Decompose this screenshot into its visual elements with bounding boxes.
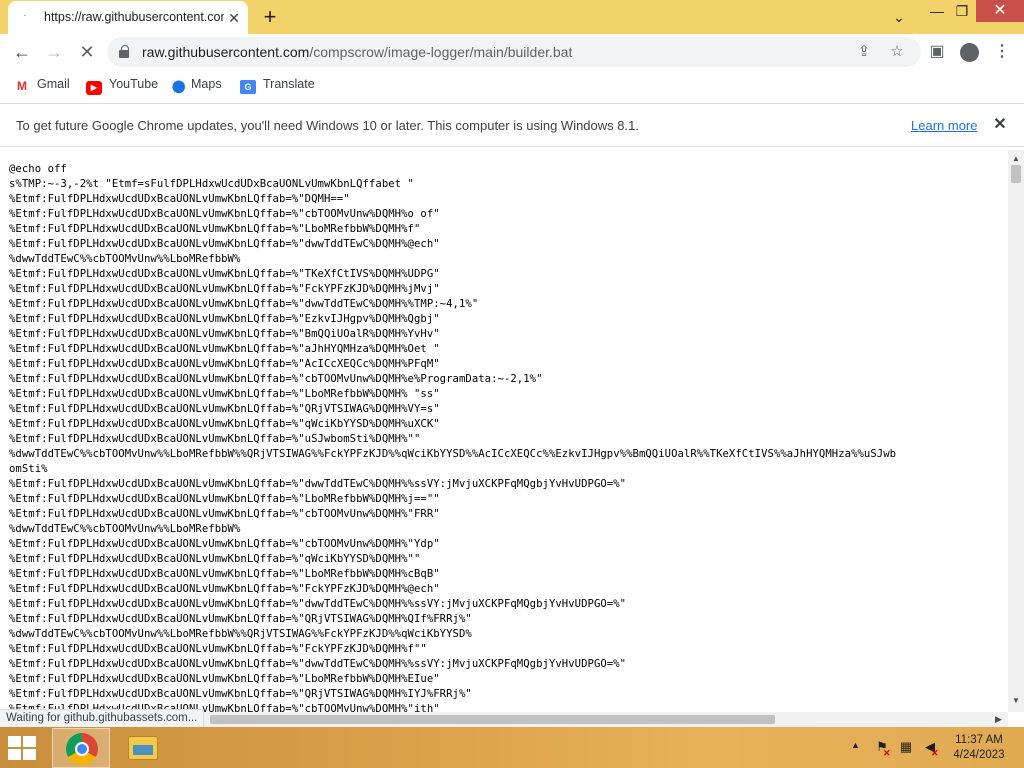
gmail-icon: M	[17, 79, 27, 93]
taskbar-file-explorer[interactable]	[116, 728, 172, 768]
code-line: %Etmf:FulfDPLHdxwUcdUDxBcaUONLvUmwKbnLQf…	[9, 538, 440, 550]
tab-close-icon[interactable]: ✕	[226, 10, 242, 26]
bookmark-translate[interactable]: G Translate	[240, 76, 315, 94]
bookmark-label: Translate	[263, 77, 315, 91]
code-line: %Etmf:FulfDPLHdxwUcdUDxBcaUONLvUmwKbnLQf…	[9, 553, 421, 565]
lock-icon[interactable]	[119, 45, 129, 58]
translate-icon: G	[240, 80, 256, 94]
code-line: %Etmf:FulfDPLHdxwUcdUDxBcaUONLvUmwKbnLQf…	[9, 298, 479, 310]
show-hidden-icons-icon[interactable]: ▲	[851, 740, 860, 750]
restore-button[interactable]: ❐	[945, 0, 979, 24]
scroll-down-icon[interactable]: ▼	[1012, 696, 1020, 705]
bookmark-youtube[interactable]: ▶ YouTube	[86, 76, 159, 95]
network-icon[interactable]: ▦	[897, 739, 915, 755]
code-line: %Etmf:FulfDPLHdxwUcdUDxBcaUONLvUmwKbnLQf…	[9, 478, 627, 490]
code-line: %Etmf:FulfDPLHdxwUcdUDxBcaUONLvUmwKbnLQf…	[9, 658, 627, 670]
bookmark-maps[interactable]: ⬤ Maps	[172, 76, 222, 93]
code-line: %Etmf:FulfDPLHdxwUcdUDxBcaUONLvUmwKbnLQf…	[9, 373, 543, 385]
youtube-icon: ▶	[86, 81, 102, 95]
bookmark-star-icon[interactable]: ☆	[886, 42, 908, 62]
bookmark-label: Gmail	[37, 77, 70, 91]
code-line: %Etmf:FulfDPLHdxwUcdUDxBcaUONLvUmwKbnLQf…	[9, 493, 440, 505]
code-line: %Etmf:FulfDPLHdxwUcdUDxBcaUONLvUmwKbnLQf…	[9, 238, 440, 250]
code-line: %dwwTddTEwC%%cbTOOMvUnw%%LboMRefbbW%	[9, 253, 241, 265]
code-line: %Etmf:FulfDPLHdxwUcdUDxBcaUONLvUmwKbnLQf…	[9, 508, 440, 520]
code-line: %Etmf:FulfDPLHdxwUcdUDxBcaUONLvUmwKbnLQf…	[9, 343, 440, 355]
code-line: %Etmf:FulfDPLHdxwUcdUDxBcaUONLvUmwKbnLQf…	[9, 388, 440, 400]
code-line: %Etmf:FulfDPLHdxwUcdUDxBcaUONLvUmwKbnLQf…	[9, 283, 440, 295]
code-line: %Etmf:FulfDPLHdxwUcdUDxBcaUONLvUmwKbnLQf…	[9, 583, 440, 595]
status-bubble: Waiting for github.githubassets.com...	[0, 709, 205, 727]
folder-icon	[128, 736, 158, 760]
code-line: %Etmf:FulfDPLHdxwUcdUDxBcaUONLvUmwKbnLQf…	[9, 673, 440, 685]
code-line: %Etmf:FulfDPLHdxwUcdUDxBcaUONLvUmwKbnLQf…	[9, 688, 472, 700]
code-line: %Etmf:FulfDPLHdxwUcdUDxBcaUONLvUmwKbnLQf…	[9, 358, 440, 370]
code-line: s%TMP:~-3,-2%t "Etmf=sFulfDPLHdxwUcdUDxB…	[9, 178, 414, 190]
scroll-corner	[1008, 712, 1024, 727]
code-line: %Etmf:FulfDPLHdxwUcdUDxBcaUONLvUmwKbnLQf…	[9, 193, 350, 205]
code-line: %Etmf:FulfDPLHdxwUcdUDxBcaUONLvUmwKbnLQf…	[9, 208, 440, 220]
tab-title: https://raw.githubusercontent.com/compsc…	[44, 10, 224, 24]
clock-time: 11:37 AM	[955, 734, 1003, 746]
side-panel-icon[interactable]: ▣	[926, 41, 948, 63]
infobar-message: To get future Google Chrome updates, you…	[16, 118, 639, 133]
action-center-flag-icon[interactable]: ⚑ ✕	[873, 739, 891, 758]
bookmark-gmail[interactable]: M Gmail	[14, 76, 70, 93]
code-line: @echo off	[9, 163, 67, 175]
taskbar-clock[interactable]: 11:37 AM 4/24/2023	[948, 733, 1010, 763]
horizontal-scroll-thumb[interactable]	[210, 715, 775, 724]
address-bar[interactable]: raw.githubusercontent.com/compscrow/imag…	[107, 37, 921, 67]
code-line: %Etmf:FulfDPLHdxwUcdUDxBcaUONLvUmwKbnLQf…	[9, 433, 421, 445]
url-text[interactable]: raw.githubusercontent.com/compscrow/imag…	[142, 44, 572, 60]
code-line: %dwwTddTEwC%%cbTOOMvUnw%%LboMRefbbW%%QRj…	[9, 628, 472, 640]
bookmark-label: Maps	[191, 77, 222, 91]
bookmarks-bar: M Gmail ▶ YouTube ⬤ Maps G Translate	[0, 70, 1024, 98]
code-line: %Etmf:FulfDPLHdxwUcdUDxBcaUONLvUmwKbnLQf…	[9, 568, 440, 580]
vertical-scroll-thumb[interactable]	[1011, 165, 1021, 183]
vertical-scrollbar[interactable]: ▲ ▼	[1008, 150, 1024, 712]
code-line: %Etmf:FulfDPLHdxwUcdUDxBcaUONLvUmwKbnLQf…	[9, 418, 440, 430]
new-tab-button[interactable]: +	[258, 6, 282, 30]
window-close-button[interactable]: ✕	[976, 0, 1024, 22]
kebab-menu-icon[interactable]: ⋮	[991, 41, 1013, 63]
code-line: %Etmf:FulfDPLHdxwUcdUDxBcaUONLvUmwKbnLQf…	[9, 643, 427, 655]
code-line: %Etmf:FulfDPLHdxwUcdUDxBcaUONLvUmwKbnLQf…	[9, 223, 421, 235]
loading-favicon-icon: ·	[23, 10, 27, 21]
forward-button[interactable]: →	[41, 39, 67, 65]
windows-start-icon[interactable]	[8, 736, 38, 760]
url-path: /compscrow/image-logger/main/builder.bat	[309, 44, 573, 60]
learn-more-link[interactable]: Learn more	[911, 118, 977, 133]
profile-avatar-icon[interactable]	[958, 41, 980, 63]
stop-loading-button[interactable]: ✕	[74, 39, 100, 65]
taskbar-chrome[interactable]	[52, 728, 110, 768]
code-line: %Etmf:FulfDPLHdxwUcdUDxBcaUONLvUmwKbnLQf…	[9, 313, 440, 325]
code-line: omSti%	[9, 463, 48, 475]
code-line: %Etmf:FulfDPLHdxwUcdUDxBcaUONLvUmwKbnLQf…	[9, 598, 627, 610]
bookmark-label: YouTube	[109, 77, 159, 91]
scroll-right-icon[interactable]: ▶	[995, 714, 1002, 725]
code-line: %Etmf:FulfDPLHdxwUcdUDxBcaUONLvUmwKbnLQf…	[9, 403, 440, 415]
windows-taskbar: ▲ ⚑ ✕ ▦ ◀ ✕ 11:37 AM 4/24/2023	[0, 727, 1024, 768]
scroll-up-icon[interactable]: ▲	[1012, 154, 1020, 163]
browser-toolbar: ← → ✕ raw.githubusercontent.com/compscro…	[0, 34, 1024, 70]
browser-tab[interactable]: · https://raw.githubusercontent.com/comp…	[8, 1, 248, 34]
code-line: %Etmf:FulfDPLHdxwUcdUDxBcaUONLvUmwKbnLQf…	[9, 268, 440, 280]
chrome-icon	[66, 733, 98, 765]
tab-search-icon[interactable]: ⌄	[882, 6, 916, 30]
share-icon[interactable]: ⇪	[853, 42, 875, 62]
raw-file-text: @echo off s%TMP:~-3,-2%t "Etmf=sFulfDPLHd…	[9, 162, 896, 712]
infobar-close-icon[interactable]: ✕	[990, 115, 1010, 135]
maps-pin-icon: ⬤	[172, 79, 186, 93]
update-infobar: To get future Google Chrome updates, you…	[0, 103, 1024, 147]
code-line: %dwwTddTEwC%%cbTOOMvUnw%%LboMRefbbW%%QRj…	[9, 448, 897, 460]
tab-strip: · https://raw.githubusercontent.com/comp…	[0, 0, 1024, 34]
code-line: %Etmf:FulfDPLHdxwUcdUDxBcaUONLvUmwKbnLQf…	[9, 613, 472, 625]
back-button[interactable]: ←	[9, 39, 35, 65]
code-line: %dwwTddTEwC%%cbTOOMvUnw%%LboMRefbbW%	[9, 523, 241, 535]
clock-date: 4/24/2023	[953, 749, 1005, 761]
url-host: raw.githubusercontent.com	[142, 44, 310, 60]
code-line: %Etmf:FulfDPLHdxwUcdUDxBcaUONLvUmwKbnLQf…	[9, 328, 440, 340]
volume-muted-icon[interactable]: ◀ ✕	[921, 739, 939, 758]
page-content: @echo off s%TMP:~-3,-2%t "Etmf=sFulfDPLHd…	[0, 150, 1008, 712]
